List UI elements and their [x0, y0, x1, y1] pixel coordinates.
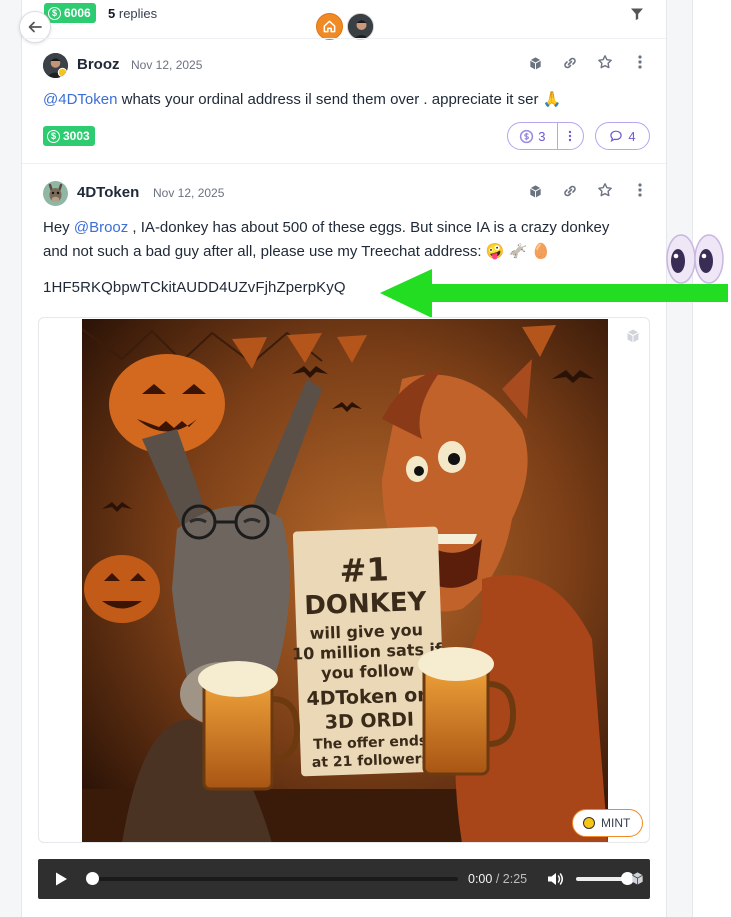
comments-button[interactable]: 4 [595, 122, 650, 150]
star-icon [598, 183, 612, 197]
seek-handle[interactable] [86, 872, 99, 885]
more-options-button[interactable] [631, 53, 649, 71]
post-date[interactable]: Nov 12, 2025 [153, 186, 224, 200]
poster-title: DONKEY [304, 587, 428, 621]
brooz-avatar[interactable] [43, 53, 68, 78]
sats-coin-icon: $ [47, 129, 60, 143]
treechat-address: 1HF5RKQbpwTCkitAUDD4UZvFjhZperpKyQ [43, 279, 346, 296]
replies-count[interactable]: 5 replies [108, 6, 157, 21]
reactions-count: 3 [538, 128, 546, 144]
post-author[interactable]: Brooz [77, 56, 120, 73]
home-icon [323, 20, 336, 33]
post-body-text: whats your ordinal address il send them … [117, 91, 562, 108]
post-divider [22, 163, 666, 164]
ordinal-cube-button[interactable] [526, 182, 544, 200]
thread-page: $ 6006 5 replies Brooz Nov 12, 2025 @4DT… [0, 0, 731, 917]
link-button[interactable] [561, 182, 579, 200]
ordinal-cube-badge[interactable] [630, 871, 645, 891]
poster-line: 3D ORDI [324, 708, 414, 733]
star-icon [598, 55, 612, 69]
donkey-poster-image[interactable]: #1 DONKEY will give you 10 million sats … [82, 319, 608, 843]
left-gutter [0, 0, 22, 917]
reactions-button[interactable]: 3 [508, 123, 557, 149]
play-icon [56, 872, 67, 886]
post-body-line-1: Hey @Brooz , IA-donkey has about 500 of … [43, 216, 609, 240]
time-separator: / [492, 872, 503, 886]
cube-icon [627, 329, 639, 343]
eyes-emoji-icon [666, 234, 724, 284]
mint-label: MINT [601, 816, 631, 830]
poster-line: you follow [321, 660, 415, 682]
seek-bar[interactable] [88, 877, 458, 881]
donkey-avatar-icon [43, 181, 68, 206]
current-time: 0:00 [468, 872, 493, 886]
kebab-menu-icon [569, 130, 572, 142]
comments-count: 4 [628, 128, 636, 144]
poster-line: will give you [309, 620, 423, 643]
mint-button[interactable]: MINT [572, 809, 644, 837]
link-button[interactable] [561, 54, 579, 72]
post-body-line-2: and not such a bad guy after all, please… [43, 243, 551, 260]
4dtoken-avatar[interactable] [43, 181, 68, 206]
current-user-avatar[interactable] [347, 13, 374, 40]
mention-link[interactable]: @4DToken [43, 91, 117, 108]
link-icon [564, 185, 576, 197]
mention-link[interactable]: @Brooz [74, 219, 128, 236]
coin-icon [583, 817, 595, 829]
sats-coin-icon: $ [48, 6, 61, 20]
play-button[interactable] [54, 871, 68, 892]
post-sats-value: 3003 [63, 129, 90, 143]
right-scroll-gutter[interactable] [666, 0, 693, 917]
poster-line: 4DToken on [306, 684, 431, 710]
post-body: @4DToken whats your ordinal address il s… [43, 88, 561, 112]
audio-player: 0:00 / 2:25 [38, 859, 650, 899]
kebab-menu-icon [638, 55, 642, 69]
replies-label: replies [118, 6, 158, 21]
cube-icon [529, 184, 541, 198]
replies-number: 5 [108, 6, 116, 21]
right-margin [693, 0, 731, 917]
media-card: #1 DONKEY will give you 10 million sats … [38, 317, 650, 843]
cube-icon [529, 56, 541, 70]
arrow-left-icon [28, 21, 42, 33]
time-display: 0:00 / 2:25 [468, 872, 527, 886]
ordinal-cube-badge[interactable] [625, 328, 641, 349]
post-sats-badge[interactable]: $ 3003 [43, 126, 95, 146]
header-divider [22, 38, 666, 39]
volume-icon [548, 873, 563, 885]
filter-icon [631, 8, 643, 20]
post-body-text: , IA-donkey has about 500 of these eggs.… [128, 219, 610, 236]
thread-sats-value: 6006 [64, 6, 91, 20]
cube-icon [632, 872, 643, 885]
mute-button[interactable] [546, 870, 564, 893]
home-button[interactable] [316, 13, 343, 40]
thread-sats-badge[interactable]: $ 6006 [44, 3, 96, 23]
more-options-button[interactable] [631, 181, 649, 199]
poster-heading: #1 [339, 550, 389, 590]
reaction-options-button[interactable] [558, 123, 583, 149]
post-body-text: Hey [43, 219, 74, 236]
reaction-pill: 3 [507, 122, 584, 150]
avatar-portrait-icon [43, 53, 68, 78]
post-author[interactable]: 4DToken [77, 184, 139, 201]
filter-button[interactable] [630, 7, 644, 26]
favorite-button[interactable] [596, 53, 614, 71]
kebab-menu-icon [638, 183, 642, 197]
reaction-coin-icon [520, 129, 534, 143]
duration: 2:25 [502, 872, 528, 886]
avatar-portrait-icon [348, 14, 373, 39]
post-body: Hey @Brooz , IA-donkey has about 500 of … [43, 216, 609, 264]
ordinal-cube-button[interactable] [526, 54, 544, 72]
comment-bubble-icon [610, 130, 623, 143]
post-date[interactable]: Nov 12, 2025 [131, 58, 202, 72]
favorite-button[interactable] [596, 181, 614, 199]
link-icon [564, 57, 576, 69]
